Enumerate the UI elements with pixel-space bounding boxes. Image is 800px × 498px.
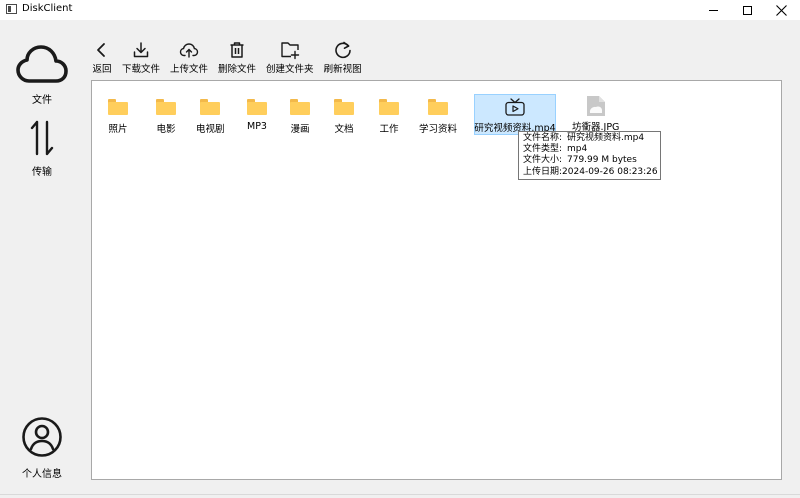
- close-button[interactable]: [764, 0, 798, 20]
- tooltip-value: 研究视频资料.mp4: [567, 133, 645, 143]
- file-name: 漫画: [290, 124, 310, 135]
- tooltip-value: 2024-09-26 08:23:26: [562, 166, 658, 177]
- maximize-icon: [742, 5, 752, 15]
- file-item-folder[interactable]: 电视剧: [196, 95, 225, 135]
- upload-button[interactable]: 上传文件: [170, 40, 208, 76]
- folder-icon: [200, 99, 221, 115]
- sidebar-profile-label: 个人信息: [22, 469, 62, 480]
- tooltip-key: 文件大小:: [523, 155, 563, 166]
- back-button[interactable]: 返回: [92, 40, 112, 76]
- user-avatar-icon: [22, 417, 62, 457]
- maximize-button[interactable]: [730, 0, 764, 20]
- file-list-panel[interactable]: 照片 电影 电视剧 MP3 漫画 文档 工作 学习资料 研究视频资料.mp4 坊…: [91, 80, 782, 480]
- folder-icon: [156, 99, 176, 115]
- folder-icon: [108, 99, 128, 115]
- folder-icon: [428, 99, 448, 115]
- file-name: 电影: [156, 124, 176, 135]
- file-name: 照片: [108, 124, 128, 135]
- file-name: 电视剧: [196, 124, 225, 135]
- tooltip-row-size: 文件大小: 779.99 M bytes: [523, 155, 656, 166]
- file-name: 学习资料: [419, 124, 458, 135]
- file-item-folder[interactable]: 漫画: [290, 95, 310, 135]
- app-window-icon: [6, 4, 17, 14]
- refresh-label: 刷新视图: [323, 64, 362, 75]
- download-icon: [133, 42, 149, 58]
- delete-button[interactable]: 删除文件: [218, 40, 256, 76]
- title-bar: DiskClient: [0, 0, 800, 20]
- folder-icon: [290, 99, 310, 115]
- download-label: 下载文件: [122, 64, 161, 75]
- download-button[interactable]: 下载文件: [122, 40, 160, 76]
- file-info-tooltip: 文件名称: 研究视频资料.mp4 文件类型: mp4 文件大小: 779.99 …: [518, 131, 661, 180]
- file-item-folder[interactable]: MP3: [247, 95, 267, 132]
- sidebar-files-label: 文件: [32, 95, 52, 106]
- file-name: MP3: [247, 121, 267, 132]
- folder-icon: [247, 99, 267, 115]
- tooltip-row-type: 文件类型: mp4: [523, 144, 656, 155]
- folder-icon: [334, 99, 354, 115]
- create-folder-label: 创建文件夹: [266, 64, 314, 75]
- transfer-arrows-icon: [30, 120, 54, 156]
- tooltip-row-name: 文件名称: 研究视频资料.mp4: [523, 133, 656, 144]
- refresh-button[interactable]: 刷新视图: [324, 40, 362, 76]
- close-icon: [775, 4, 787, 16]
- back-label: 返回: [92, 64, 112, 75]
- trash-icon: [230, 42, 244, 58]
- minimize-button[interactable]: [696, 0, 730, 20]
- upload-label: 上传文件: [170, 64, 209, 75]
- file-item-folder[interactable]: 电影: [156, 95, 176, 135]
- tooltip-row-date: 上传日期: 2024-09-26 08:23:26: [523, 166, 658, 178]
- tooltip-value: mp4: [567, 144, 588, 155]
- window-title: DiskClient: [22, 3, 73, 14]
- file-name: 工作: [379, 124, 399, 135]
- minimize-icon: [708, 9, 718, 11]
- cloud-icon: [16, 45, 68, 83]
- tooltip-key: 上传日期:: [523, 166, 563, 177]
- sidebar-item-profile[interactable]: 个人信息: [0, 416, 84, 480]
- folder-add-icon: [281, 42, 299, 60]
- refresh-icon: [334, 41, 351, 59]
- tooltip-key: 文件名称:: [523, 133, 563, 143]
- file-item-folder[interactable]: 工作: [379, 95, 399, 135]
- delete-label: 删除文件: [218, 64, 257, 75]
- cloud-upload-icon: [179, 43, 199, 58]
- tooltip-value: 779.99 M bytes: [567, 155, 637, 166]
- file-item-folder[interactable]: 学习资料: [419, 95, 457, 135]
- sidebar-item-transfer[interactable]: 传输: [0, 120, 84, 178]
- sidebar-transfer-label: 传输: [32, 167, 52, 178]
- file-name: 文档: [334, 124, 354, 135]
- tooltip-key: 文件类型:: [523, 144, 563, 155]
- back-arrow-icon: [97, 43, 105, 57]
- file-item-image[interactable]: 坊衝器.JPG: [572, 95, 619, 133]
- video-tv-icon: [505, 98, 525, 116]
- folder-icon: [379, 99, 399, 115]
- create-folder-button[interactable]: 创建文件夹: [266, 40, 314, 76]
- file-item-video[interactable]: 研究视频资料.mp4: [474, 94, 556, 135]
- window-bottom-divider: [0, 494, 800, 495]
- file-item-folder[interactable]: 文档: [334, 95, 354, 135]
- image-file-icon: [586, 96, 605, 116]
- toolbar: 返回 下载文件 上传文件 删除文件 创建文件夹 刷新视图: [92, 40, 372, 76]
- sidebar-item-files[interactable]: 文件: [0, 44, 84, 106]
- file-item-folder[interactable]: 照片: [108, 95, 128, 135]
